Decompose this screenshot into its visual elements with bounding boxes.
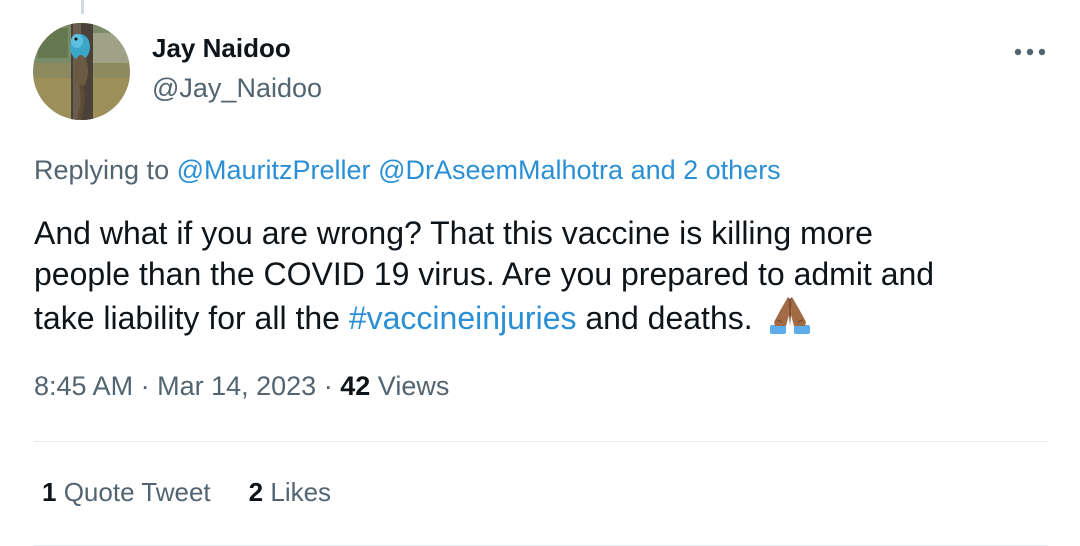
- hashtag-link[interactable]: #vaccineinjuries: [349, 300, 577, 336]
- tweet-meta: 8:45 AM · Mar 14, 2023 · 42 Views: [34, 371, 449, 402]
- engagement-stats: 1 Quote Tweet 2 Likes: [42, 477, 331, 508]
- tweet-text-line: take liability for all the #vaccineinjur…: [34, 295, 1044, 339]
- quote-tweets-label: Quote Tweet: [63, 477, 211, 507]
- quote-tweets-stat[interactable]: 1 Quote Tweet: [42, 477, 211, 508]
- more-dots-icon: [1014, 48, 1046, 56]
- tweet-text: And what if you are wrong? That this vac…: [34, 213, 1044, 339]
- folded-hands-emoji-icon: [769, 297, 810, 334]
- tweet-text-segment: take liability for all the: [34, 300, 340, 336]
- tweet-date[interactable]: Mar 14, 2023: [157, 371, 316, 401]
- thread-connector-line: [81, 0, 84, 14]
- views-label: Views: [377, 371, 450, 401]
- tweet-time[interactable]: 8:45 AM: [34, 371, 133, 401]
- author-handle[interactable]: @Jay_Naidoo: [152, 73, 322, 104]
- divider: [34, 441, 1048, 442]
- likes-count: 2: [248, 477, 264, 507]
- avatar[interactable]: [33, 23, 130, 120]
- likes-label: Likes: [270, 477, 332, 507]
- likes-stat[interactable]: 2 Likes: [249, 477, 331, 508]
- lizard-avatar-icon: [33, 23, 130, 120]
- mention-link-draseemmalhotra[interactable]: @DrAseemMalhotra: [378, 155, 623, 185]
- tweet-text-line: people than the COVID 19 virus. Are you …: [34, 256, 935, 292]
- tweet-text-line: And what if you are wrong? That this vac…: [34, 215, 873, 251]
- replying-to-label: Replying to: [34, 155, 170, 185]
- mention-link-mauritzpreller[interactable]: @MauritzPreller: [177, 155, 371, 185]
- tweet-text-segment: and deaths.: [585, 300, 753, 336]
- author-display-name[interactable]: Jay Naidoo: [152, 33, 291, 64]
- meta-separator: ·: [323, 371, 333, 401]
- views-count: 42: [340, 371, 371, 401]
- mention-link-others[interactable]: and 2 others: [631, 155, 781, 185]
- more-options-button[interactable]: [1004, 32, 1056, 72]
- quote-tweets-count: 1: [42, 477, 57, 507]
- replying-to-line: Replying to @MauritzPreller @DrAseemMalh…: [34, 155, 781, 186]
- meta-separator: ·: [140, 371, 150, 401]
